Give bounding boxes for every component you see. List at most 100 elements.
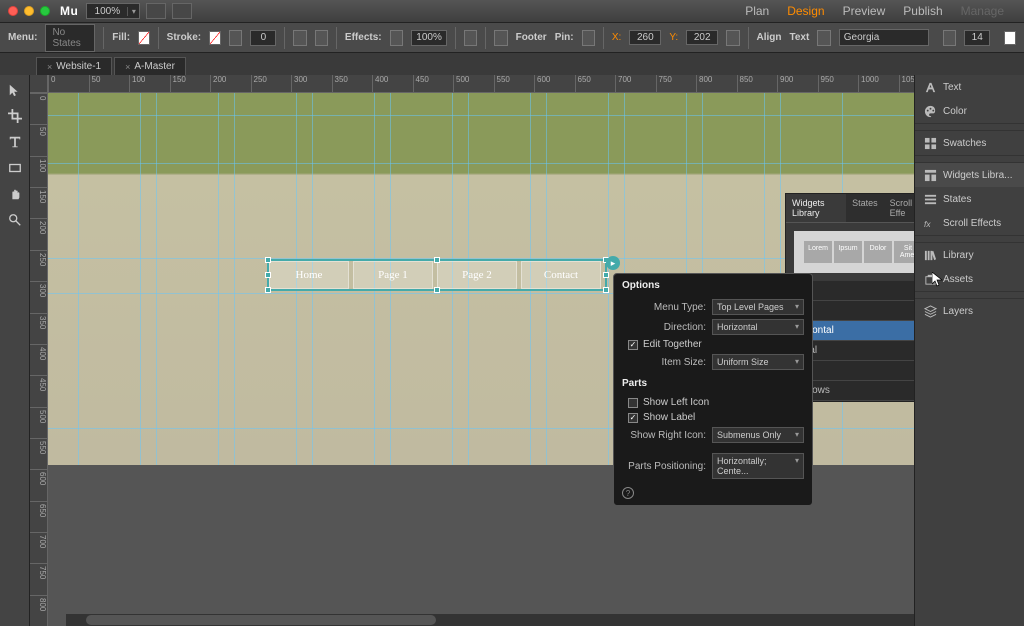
guide[interactable] [218, 93, 219, 465]
guide[interactable] [156, 93, 157, 465]
text-tool[interactable] [4, 131, 26, 153]
parts-positioning-value: Horizontally; Cente... [717, 456, 795, 476]
zoom-window-button[interactable] [40, 6, 50, 16]
minimize-window-button[interactable] [24, 6, 34, 16]
scrollbar-thumb[interactable] [86, 615, 436, 625]
horizontal-ruler[interactable]: 0501001502002503003504004505005506006507… [48, 75, 914, 93]
zoom-input[interactable] [87, 6, 127, 17]
align-label[interactable]: Align [756, 32, 781, 43]
nav-plan[interactable]: Plan [745, 4, 769, 18]
hand-tool[interactable] [4, 183, 26, 205]
main-area: 0501001502002503003504004505005506006507… [0, 75, 1024, 626]
nav-manage[interactable]: Manage [961, 4, 1004, 18]
corners-icon[interactable] [293, 30, 306, 46]
guide[interactable] [48, 115, 914, 116]
zoom-control[interactable]: ▾ [86, 3, 140, 19]
menu-item-page2[interactable]: Page 2 [437, 261, 517, 289]
tab-states[interactable]: States [846, 194, 884, 222]
selection-handle[interactable] [434, 287, 440, 293]
palette-icon [923, 105, 937, 117]
selection-handle[interactable] [603, 287, 609, 293]
toolbar-button-2[interactable] [172, 3, 192, 19]
show-right-dropdown[interactable]: Submenus Only▾ [712, 427, 804, 443]
show-label-checkbox[interactable]: ✓Show Label [614, 410, 812, 425]
dock-layers[interactable]: Layers [915, 299, 1024, 323]
ruler-origin[interactable] [30, 75, 48, 93]
divider [748, 27, 749, 49]
edit-together-checkbox[interactable]: ✓Edit Together [614, 337, 812, 352]
selection-tool[interactable] [4, 79, 26, 101]
menu-widget[interactable]: Home Page 1 Page 2 Contact [268, 260, 606, 290]
dock-text[interactable]: Text [915, 75, 1024, 99]
close-window-button[interactable] [8, 6, 18, 16]
menu-item-home[interactable]: Home [269, 261, 349, 289]
y-input[interactable] [686, 30, 718, 45]
states-dropdown[interactable]: No States [45, 24, 95, 52]
menu-item-page1[interactable]: Page 1 [353, 261, 433, 289]
horizontal-scrollbar[interactable] [66, 614, 914, 626]
guide[interactable] [48, 163, 914, 164]
menu-type-dropdown[interactable]: Top Level Pages▾ [712, 299, 804, 315]
zoom-dropdown-icon[interactable]: ▾ [127, 7, 139, 16]
tab-scroll-effects[interactable]: Scroll Effe [884, 194, 914, 222]
toolbar-button-1[interactable] [146, 3, 166, 19]
app-logo: Mu [60, 4, 78, 18]
widget-preview[interactable]: Lorem Ipsum Dolor Sit Amet [794, 231, 914, 273]
nav-preview[interactable]: Preview [843, 4, 886, 18]
selection-handle[interactable] [434, 257, 440, 263]
dock-color[interactable]: Color [915, 99, 1024, 123]
fill-swatch[interactable] [138, 31, 150, 45]
nav-design[interactable]: Design [787, 4, 824, 18]
info-icon[interactable]: ? [622, 487, 634, 499]
dock-widgets-library[interactable]: Widgets Libra... [915, 163, 1024, 187]
dock-swatches[interactable]: Swatches [915, 131, 1024, 155]
divider [603, 27, 604, 49]
menu-item-contact[interactable]: Contact [521, 261, 601, 289]
transform-icon[interactable] [726, 30, 739, 46]
close-icon[interactable]: × [47, 62, 52, 72]
selection-handle[interactable] [265, 287, 271, 293]
close-icon[interactable]: × [125, 62, 130, 72]
dock-scroll-effects[interactable]: fxScroll Effects [915, 211, 1024, 235]
stroke-weight-input[interactable] [250, 30, 276, 46]
tab-widgets-library[interactable]: Widgets Library [786, 194, 846, 222]
widget-options-flyout-icon[interactable]: ▸ [606, 256, 620, 270]
x-input[interactable] [629, 30, 661, 45]
dock-states[interactable]: States [915, 187, 1024, 211]
show-right-value: Submenus Only [717, 430, 781, 440]
direction-label: Direction: [622, 322, 706, 333]
nav-publish[interactable]: Publish [903, 4, 942, 18]
anchor-icon[interactable] [464, 30, 477, 46]
opacity-input[interactable] [411, 30, 447, 46]
zoom-tool[interactable] [4, 209, 26, 231]
item-size-dropdown[interactable]: Uniform Size▾ [712, 354, 804, 370]
show-left-icon-checkbox[interactable]: Show Left Icon [614, 395, 812, 410]
chevron-down-icon: ▾ [795, 357, 799, 367]
direction-dropdown[interactable]: Horizontal▾ [712, 319, 804, 335]
dock-library[interactable]: Library [915, 243, 1024, 267]
text-format-icon[interactable] [817, 30, 830, 46]
tab-website-1[interactable]: × Website-1 [36, 57, 112, 75]
selection-handle[interactable] [603, 272, 609, 278]
parts-positioning-dropdown[interactable]: Horizontally; Cente...▾ [712, 453, 804, 479]
rectangle-tool[interactable] [4, 157, 26, 179]
selection-handle[interactable] [265, 272, 271, 278]
pin-grid[interactable] [582, 30, 595, 46]
guide[interactable] [140, 93, 141, 465]
guide[interactable] [608, 93, 609, 465]
guide[interactable] [234, 93, 235, 465]
corners-dd-icon[interactable] [315, 30, 328, 46]
crop-tool[interactable] [4, 105, 26, 127]
vertical-ruler[interactable]: 0501001502002503003504004505005506006507… [30, 93, 48, 626]
font-size-input[interactable] [964, 30, 990, 46]
tab-a-master[interactable]: × A-Master [114, 57, 186, 75]
text-label[interactable]: Text [789, 32, 809, 43]
font-dropdown[interactable] [839, 29, 929, 46]
effects-label: Effects: [345, 32, 382, 43]
canvas[interactable]: Home Page 1 Page 2 Contact ▸ Option [48, 93, 914, 626]
stroke-swatch[interactable] [209, 31, 221, 45]
guide[interactable] [78, 93, 79, 465]
selection-handle[interactable] [265, 257, 271, 263]
text-color-swatch[interactable] [1004, 31, 1016, 45]
effects-icon[interactable] [390, 30, 403, 46]
